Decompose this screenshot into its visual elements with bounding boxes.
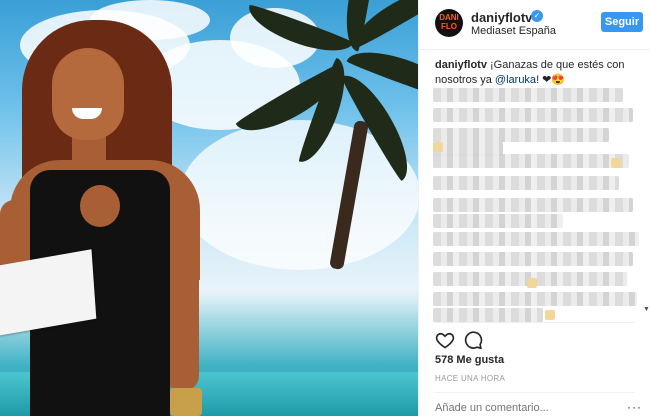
post-username[interactable]: daniyflotv bbox=[471, 10, 532, 25]
presenter-face bbox=[52, 48, 124, 140]
post-side-panel: DANI FLO daniyflotv ✓ Mediaset España Seg… bbox=[418, 0, 650, 416]
caption-mention[interactable]: @laruka bbox=[495, 74, 536, 86]
avatar-logo-text: DANI FLO bbox=[439, 13, 459, 31]
post-photo[interactable] bbox=[0, 0, 418, 416]
likes-count[interactable]: 578 Me gusta bbox=[435, 354, 504, 366]
divider bbox=[435, 322, 635, 323]
post-caption: daniyflotv ¡Ganazas de que estés con nos… bbox=[435, 58, 635, 88]
blurred-comment bbox=[433, 252, 633, 266]
blurred-comment bbox=[433, 292, 637, 306]
post-timestamp[interactable]: HACE UNA HORA bbox=[435, 374, 505, 383]
comment-icon[interactable] bbox=[463, 330, 483, 350]
blurred-comment bbox=[433, 176, 619, 190]
blurred-emoji bbox=[611, 158, 621, 168]
blurred-emoji bbox=[433, 142, 443, 152]
follow-button[interactable]: Seguir bbox=[601, 12, 643, 32]
blurred-comment bbox=[433, 232, 639, 246]
divider bbox=[435, 392, 635, 393]
blurred-comment bbox=[433, 154, 629, 168]
blurred-comment bbox=[433, 108, 633, 122]
blurred-comment bbox=[433, 198, 633, 212]
blurred-comment bbox=[433, 214, 563, 228]
blurred-emoji bbox=[527, 278, 537, 288]
presenter-arm bbox=[165, 200, 199, 390]
avatar[interactable]: DANI FLO bbox=[435, 9, 463, 37]
blurred-comment bbox=[433, 88, 623, 102]
caption-username[interactable]: daniyflotv bbox=[435, 59, 487, 71]
heart-icon[interactable] bbox=[435, 330, 455, 350]
post-location[interactable]: Mediaset España bbox=[471, 25, 556, 37]
add-comment-input[interactable] bbox=[435, 402, 605, 414]
bracelet bbox=[170, 388, 202, 416]
scroll-down-arrow[interactable]: ▼ bbox=[643, 306, 650, 313]
blurred-emoji bbox=[545, 310, 555, 320]
verified-badge-icon: ✓ bbox=[531, 10, 543, 22]
blurred-comment bbox=[433, 308, 543, 322]
caption-suffix: ! ❤😍 bbox=[536, 74, 566, 86]
more-options-icon[interactable]: ··· bbox=[627, 400, 642, 414]
post-header: DANI FLO daniyflotv ✓ Mediaset España Seg… bbox=[419, 0, 650, 50]
blurred-comment bbox=[433, 128, 609, 142]
dress-cutout bbox=[80, 185, 120, 227]
